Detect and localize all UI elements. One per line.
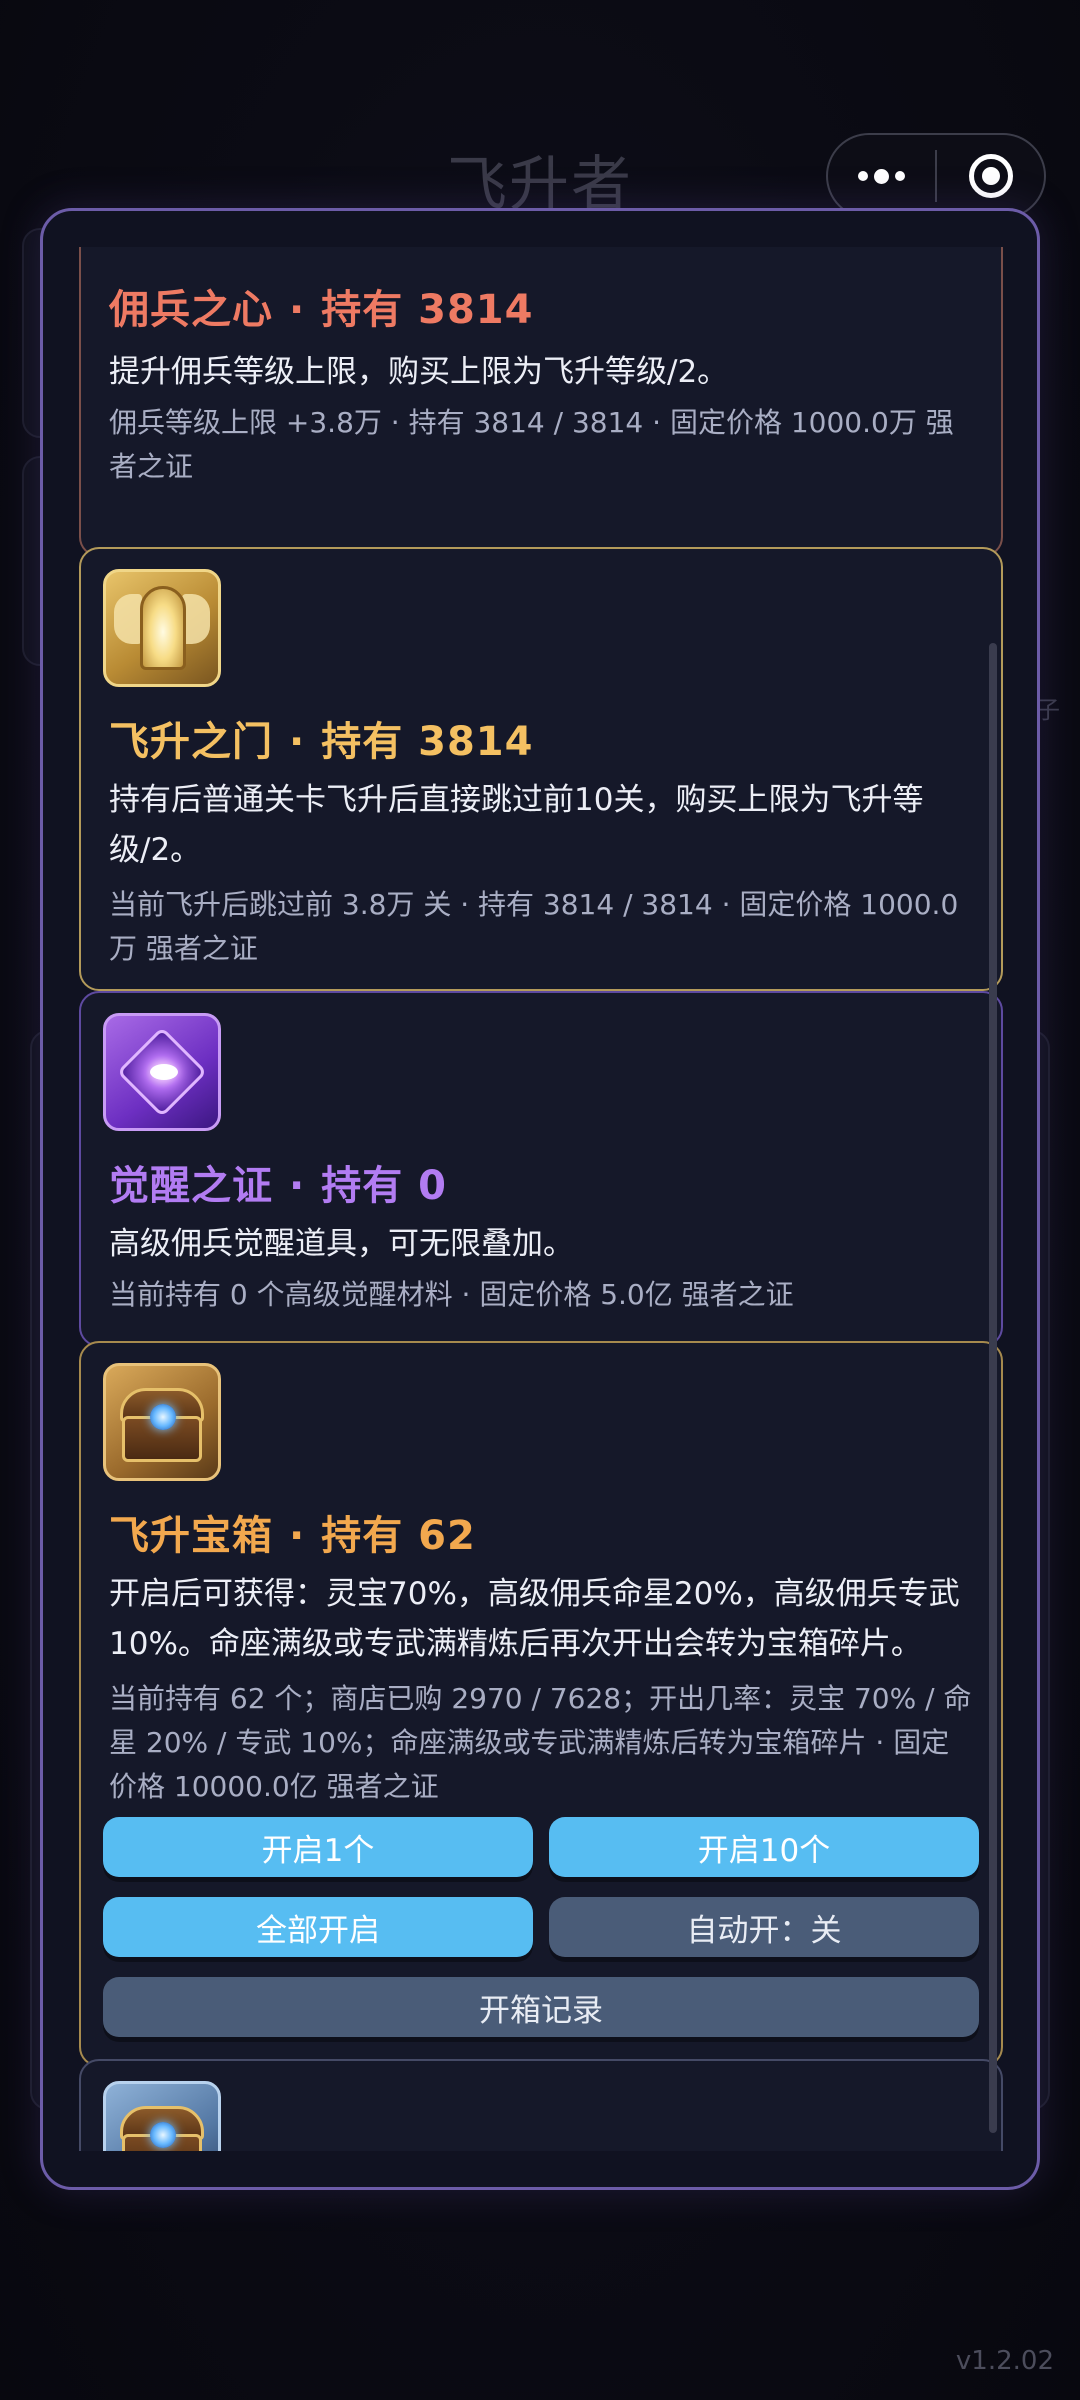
golden-gate-icon: [103, 569, 221, 687]
open-ten-label: 开启10个: [697, 1832, 831, 1869]
separator: ·: [289, 1513, 306, 1559]
app-page: 飞升者 子 v1.2.02 佣兵之心·持有 3814 提升佣兵等级上限，购买: [0, 0, 1080, 2400]
item-name: 佣兵之心: [109, 287, 273, 333]
separator: ·: [289, 719, 306, 765]
shop-item-awakening-proof: 觉醒之证 · 持有 0 高级佣兵觉醒道具，可无限叠加。 当前持有 0 个高级觉醒材料…: [79, 991, 1003, 1347]
shop-item-ascension-chest: 飞升宝箱 · 持有 62 开启后可获得：灵宝70%，高级佣兵命星20%，高级佣兵专武…: [79, 1341, 1003, 2067]
item-held-count: 持有 0: [321, 1163, 447, 1209]
item-meta: 佣兵等级上限 +3.8万 · 持有 3814 / 3814 · 固定价格 100…: [109, 406, 954, 483]
item-meta: 当前飞升后跳过前 3.8万 关 · 持有 3814 / 3814 · 固定价格 …: [109, 888, 959, 965]
item-description: 提升佣兵等级上限，购买上限为飞升等级/2。: [109, 354, 729, 390]
item-description: 高级佣兵觉醒道具，可无限叠加。: [109, 1226, 574, 1262]
open-all-button[interactable]: 全部开启: [103, 1897, 533, 1957]
capsule-menu: [826, 133, 1046, 219]
item-held-count: 持有 3814: [321, 719, 534, 765]
separator: ·: [289, 287, 306, 333]
purple-crystal-icon: [103, 1013, 221, 1131]
close-miniprogram-button[interactable]: [937, 135, 1044, 217]
item-name: 觉醒之证: [109, 1163, 273, 1209]
item-title: 觉醒之证 · 持有 0: [109, 1153, 447, 1211]
open-one-label: 开启1个: [261, 1832, 375, 1869]
item-description: 开启后可获得：灵宝70%，高级佣兵命星20%，高级佣兵专武10%。命座满级或专武…: [109, 1576, 960, 1662]
item-title: 飞升宝箱 · 持有 62: [109, 1503, 476, 1561]
item-name: 飞升宝箱: [109, 1513, 273, 1559]
open-history-label: 开箱记录: [479, 1992, 603, 2029]
shop-item-next-chest: [79, 2059, 1003, 2151]
target-close-icon: [968, 154, 1013, 198]
item-description: 持有后普通关卡飞升后直接跳过前10关，购买上限为飞升等级/2。: [109, 782, 924, 868]
auto-open-label: 自动开：关: [686, 1912, 842, 1949]
item-name: 飞升之门: [109, 719, 273, 765]
shop-modal: 佣兵之心 · 持有 3814 提升佣兵等级上限，购买上限为飞升等级/2。 佣兵等级上…: [40, 208, 1040, 2190]
blue-chest-icon: [103, 2081, 221, 2151]
auto-open-toggle[interactable]: 自动开：关: [549, 1897, 979, 1957]
item-meta: 当前持有 0 个高级觉醒材料 · 固定价格 5.0亿 强者之证: [109, 1278, 794, 1311]
version-label: v1.2.02: [955, 2346, 1054, 2376]
separator: ·: [289, 1163, 306, 1209]
item-held-count: 持有 62: [321, 1513, 476, 1559]
item-title: 佣兵之心 · 持有 3814: [109, 277, 533, 335]
shop-item-ascension-gate: 飞升之门 · 持有 3814 持有后普通关卡飞升后直接跳过前10关，购买上限为飞升等…: [79, 547, 1003, 991]
more-button[interactable]: [828, 135, 935, 217]
open-all-label: 全部开启: [256, 1912, 380, 1949]
open-one-button[interactable]: 开启1个: [103, 1817, 533, 1877]
open-history-button[interactable]: 开箱记录: [103, 1977, 979, 2037]
list-scrollbar[interactable]: [989, 643, 997, 2133]
item-held-count: 持有 3814: [321, 287, 534, 333]
item-meta: 当前持有 62 个；商店已购 2970 / 7628；开出几率：灵宝 70% /…: [109, 1682, 972, 1803]
treasure-chest-icon: [103, 1363, 221, 1481]
more-dots-icon: [858, 168, 905, 184]
item-title: 飞升之门 · 持有 3814: [109, 709, 533, 767]
open-ten-button[interactable]: 开启10个: [549, 1817, 979, 1877]
shop-item-list[interactable]: 佣兵之心 · 持有 3814 提升佣兵等级上限，购买上限为飞升等级/2。 佣兵等级上…: [43, 247, 1037, 2151]
shop-item-mercenary-heart: 佣兵之心 · 持有 3814 提升佣兵等级上限，购买上限为飞升等级/2。 佣兵等级上…: [79, 247, 1003, 557]
